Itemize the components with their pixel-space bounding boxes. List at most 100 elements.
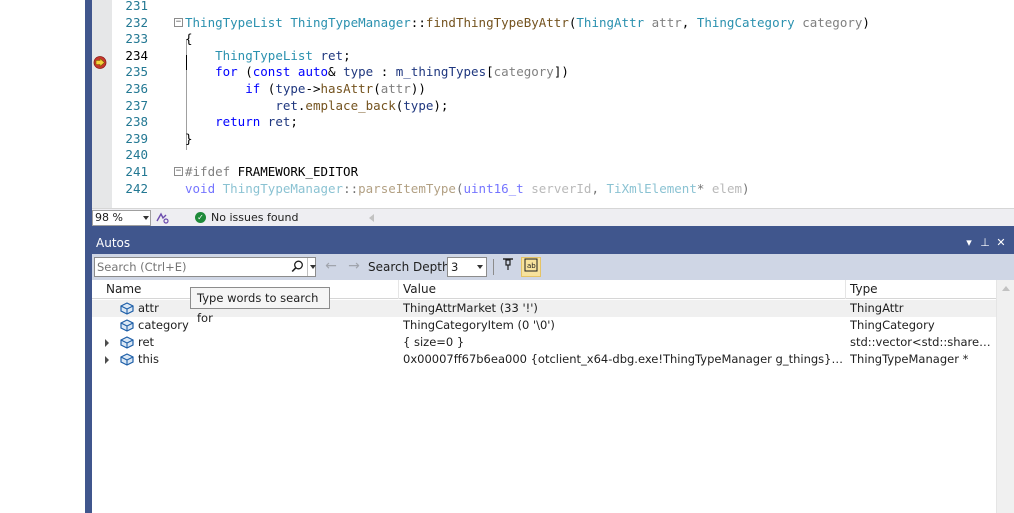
code-token: { xyxy=(185,31,193,47)
code-editor[interactable]: 231 232− ThingTypeList ThingTypeManager::f… xyxy=(92,0,1014,208)
intellicode-icon[interactable] xyxy=(155,211,169,225)
code-line[interactable]: 231 xyxy=(92,0,1014,14)
vertical-scrollbar[interactable] xyxy=(996,280,1014,513)
table-row[interactable]: this 0x00007ff67b6ea000 {otclient_x64-dbg… xyxy=(92,351,996,368)
search-previous-arrow-icon[interactable]: ← xyxy=(323,258,339,274)
code-token: attr xyxy=(380,81,411,96)
code-line[interactable]: 242 void ThingTypeManager::parseItemType(… xyxy=(92,180,1014,197)
window-position-dropdown-icon[interactable]: ▾ xyxy=(962,232,976,254)
scroll-up-arrow-icon[interactable] xyxy=(1002,286,1010,291)
code-line[interactable]: 241 − #ifdef FRAMEWORK_EDITOR xyxy=(92,163,1014,180)
chevron-down-icon xyxy=(477,265,483,269)
code-text: for (const auto& type : m_thingTypes[cat… xyxy=(185,63,569,80)
toolbar-separator xyxy=(493,259,494,275)
code-token: return xyxy=(215,114,261,130)
code-token: -> xyxy=(305,81,321,96)
collapse-icon[interactable]: − xyxy=(174,17,183,27)
code-line[interactable]: 238 return ret; xyxy=(92,113,1014,130)
code-token: ret xyxy=(267,114,291,130)
code-token: ThingTypeManager xyxy=(222,180,344,196)
code-token: ; xyxy=(343,47,351,63)
zoom-dropdown[interactable]: 98 % xyxy=(92,210,151,226)
search-input[interactable] xyxy=(97,259,287,275)
variable-icon xyxy=(120,336,134,349)
code-token: void xyxy=(185,180,216,196)
code-token: #ifdef xyxy=(185,164,231,179)
autos-title-bar: Autos ▾ ⊥ ✕ xyxy=(92,232,1014,254)
column-header-type[interactable]: Type xyxy=(846,280,996,299)
autos-grid[interactable]: Name Value Type attr ThingAttrMarket (33 … xyxy=(92,280,1014,513)
code-token: attr xyxy=(651,14,682,30)
code-text: ThingTypeList ret; xyxy=(185,47,351,64)
column-header-value[interactable]: Value xyxy=(399,280,846,299)
line-number: 240 xyxy=(125,147,148,163)
code-token: ThingTypeList xyxy=(215,47,313,63)
code-line[interactable]: 232 − ThingTypeList ThingTypeManager::find… xyxy=(92,14,1014,31)
line-number: 233 xyxy=(125,31,148,47)
table-row[interactable]: ret { size=0 } std::vector<std::shared_p..… xyxy=(92,334,996,351)
search-box[interactable] xyxy=(94,257,316,277)
cell-type: ThingAttr xyxy=(850,301,904,315)
variable-icon xyxy=(120,302,134,315)
code-token: * xyxy=(696,180,712,196)
line-number: 241 xyxy=(125,164,148,179)
code-token: ) xyxy=(862,14,870,30)
code-token: ( xyxy=(237,64,253,80)
code-text: return ret; xyxy=(185,113,298,130)
code-line[interactable]: 236 if (type->hasAttr(attr)) xyxy=(92,80,1014,97)
line-number: 238 xyxy=(125,114,148,130)
outer-margin xyxy=(0,0,85,513)
hexadecimal-display-icon[interactable]: ab xyxy=(521,257,541,277)
zoom-value: 98 % xyxy=(95,211,123,224)
line-number: 237 xyxy=(125,97,148,113)
pin-to-source-icon[interactable] xyxy=(498,257,518,277)
code-token: for xyxy=(215,64,238,80)
variable-icon xyxy=(120,353,134,366)
code-line[interactable]: 239} xyxy=(92,130,1014,147)
code-line[interactable]: 240 xyxy=(92,146,1014,163)
code-token: , xyxy=(681,14,697,30)
code-token: ( xyxy=(455,180,464,196)
pin-icon[interactable]: ⊥ xyxy=(978,232,992,254)
collapse-icon[interactable]: − xyxy=(174,167,183,176)
search-next-arrow-icon[interactable]: → xyxy=(346,258,362,274)
code-token: if xyxy=(245,81,261,96)
line-number: 236 xyxy=(125,81,148,96)
code-token: , xyxy=(591,180,607,196)
search-depth-select[interactable]: 3 xyxy=(447,257,487,277)
cell-value: ThingAttrMarket (33 '!') xyxy=(403,301,538,315)
code-line[interactable]: 237 ret.emplace_back(type); xyxy=(92,97,1014,114)
code-line[interactable]: 233 { xyxy=(92,30,1014,47)
close-icon[interactable]: ✕ xyxy=(994,232,1008,254)
expand-arrow-icon[interactable] xyxy=(105,339,109,347)
code-token: ThingTypeManager xyxy=(290,14,411,30)
search-icon[interactable] xyxy=(291,260,305,274)
line-number: 231 xyxy=(125,0,148,13)
table-row[interactable]: category ThingCategoryItem (0 '\0') ThingC… xyxy=(92,317,996,334)
line-number: 239 xyxy=(125,130,148,146)
code-line[interactable]: 234 ThingTypeList ret; xyxy=(92,47,1014,64)
line-number: 234 xyxy=(125,47,148,63)
code-token: & xyxy=(328,64,344,80)
code-text: #ifdef FRAMEWORK_EDITOR xyxy=(185,163,358,180)
code-line[interactable]: 235 for (const auto& type : m_thingTypes… xyxy=(92,63,1014,80)
line-number: 235 xyxy=(125,64,148,80)
code-token: ret xyxy=(320,47,344,63)
search-options-dropdown[interactable] xyxy=(307,258,316,276)
window-frame-left xyxy=(85,0,92,513)
expand-arrow-icon[interactable] xyxy=(105,356,109,364)
code-text: } xyxy=(185,130,193,147)
code-text: void ThingTypeManager::parseItemType(uin… xyxy=(185,180,750,197)
search-tooltip: Type words to search for xyxy=(190,287,330,325)
scroll-left-arrow-icon[interactable] xyxy=(369,214,374,222)
issues-status[interactable]: No issues found xyxy=(211,211,298,224)
search-depth-label: Search Depth: xyxy=(368,260,454,274)
code-token: type xyxy=(343,64,374,80)
code-token: ; xyxy=(290,114,298,130)
cell-type: std::vector<std::shared_p... xyxy=(850,335,996,349)
code-text: if (type->hasAttr(attr)) xyxy=(185,80,426,97)
code-token: ThingTypeList xyxy=(185,14,283,30)
code-token: ( xyxy=(260,81,276,96)
